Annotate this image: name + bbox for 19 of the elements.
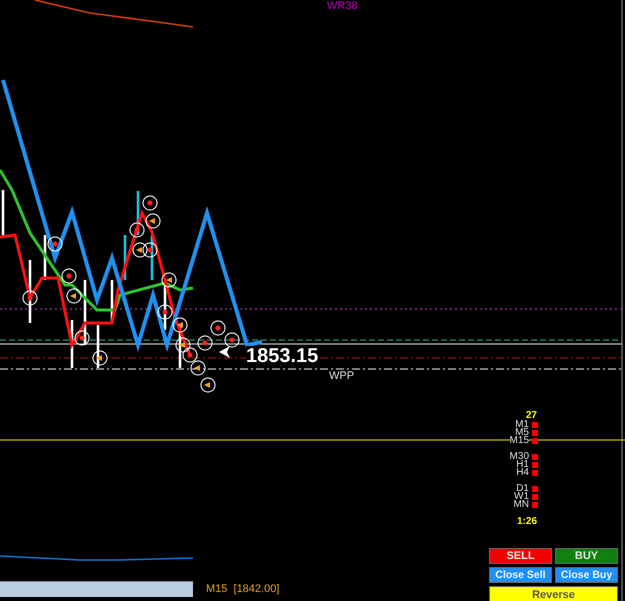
timeframe-label: M15 (510, 437, 529, 445)
buy-button[interactable]: BUY (555, 548, 618, 564)
timer-label: 1:26 (516, 517, 538, 527)
timeframe-label: H4 (516, 469, 529, 477)
close-button[interactable]: Close Buy (555, 567, 618, 583)
timeframe-label: MN (513, 501, 529, 509)
level-label: WPP (329, 370, 354, 382)
timeframe-label: M1 (515, 421, 529, 429)
timeframe-price-label: M15 [1842.00] (206, 583, 280, 595)
close-button[interactable]: Close Sell (489, 567, 552, 583)
timeframe-label: D1 (516, 485, 529, 493)
timeframe-label: M30 (510, 453, 529, 461)
count-label: 27 (526, 411, 538, 421)
timeframe-label: W1 (514, 493, 529, 501)
timeframe-label: H1 (516, 461, 529, 469)
timeframe-label: M5 (515, 429, 529, 437)
chart-label: WR38 (327, 0, 358, 12)
sell-button[interactable]: SELL (489, 548, 552, 564)
reverse-button[interactable]: Reverse (489, 586, 618, 601)
